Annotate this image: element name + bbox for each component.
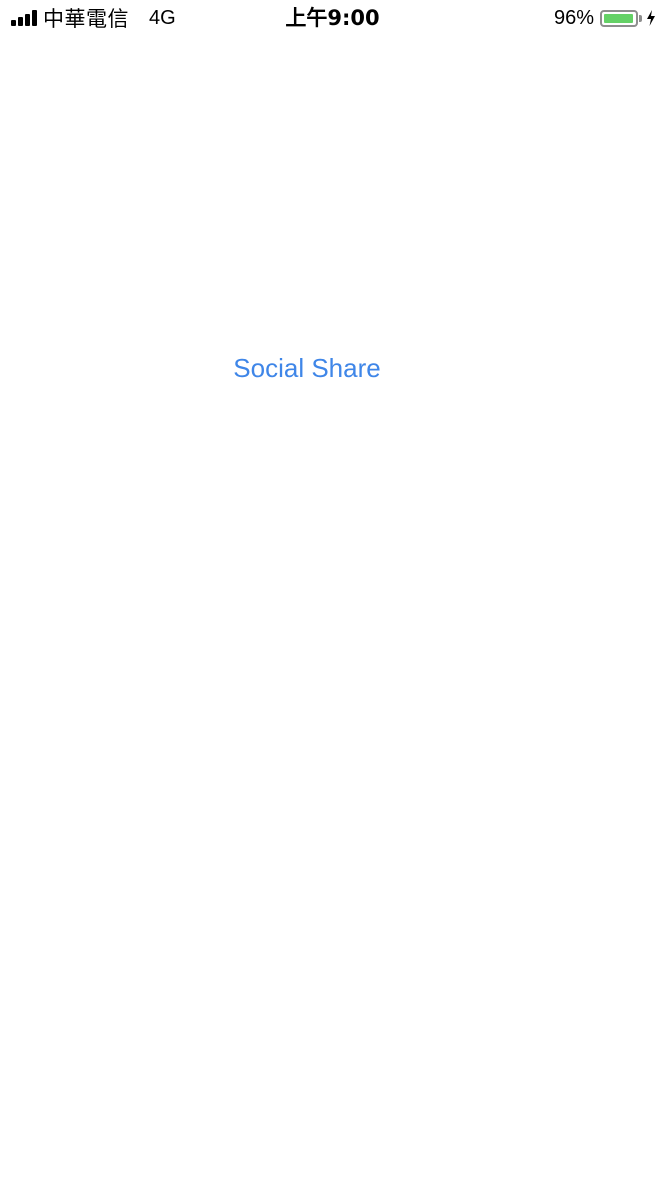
battery-icon — [600, 9, 638, 27]
status-right: 96% — [554, 6, 656, 30]
social-share-button[interactable]: Social Share — [0, 348, 614, 388]
battery-fill — [604, 13, 633, 23]
charging-bolt-icon — [647, 10, 655, 26]
battery-cap — [639, 14, 642, 22]
battery-percent: 96% — [553, 6, 594, 29]
status-bar: 中華電信 4G 上午9:00 96% — [0, 0, 665, 38]
